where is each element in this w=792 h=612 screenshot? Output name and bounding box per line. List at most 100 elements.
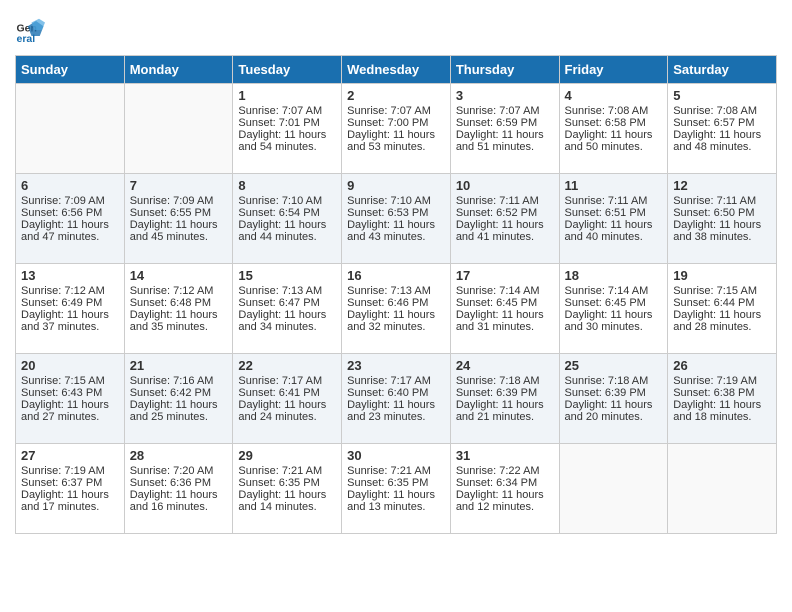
daylight-text: Daylight: 11 hours and 28 minutes.	[673, 309, 771, 333]
sunset-text: Sunset: 6:41 PM	[238, 387, 336, 399]
sunrise-text: Sunrise: 7:15 AM	[21, 375, 119, 387]
sunset-text: Sunset: 6:51 PM	[565, 207, 663, 219]
day-number: 8	[238, 178, 336, 193]
calendar-cell: 25Sunrise: 7:18 AMSunset: 6:39 PMDayligh…	[559, 354, 668, 444]
day-number: 14	[130, 268, 228, 283]
daylight-text: Daylight: 11 hours and 13 minutes.	[347, 489, 445, 513]
daylight-text: Daylight: 11 hours and 54 minutes.	[238, 129, 336, 153]
sunrise-text: Sunrise: 7:21 AM	[238, 465, 336, 477]
daylight-text: Daylight: 11 hours and 20 minutes.	[565, 399, 663, 423]
calendar-cell: 18Sunrise: 7:14 AMSunset: 6:45 PMDayligh…	[559, 264, 668, 354]
calendar-cell: 5Sunrise: 7:08 AMSunset: 6:57 PMDaylight…	[668, 84, 777, 174]
sunrise-text: Sunrise: 7:19 AM	[673, 375, 771, 387]
day-number: 20	[21, 358, 119, 373]
day-number: 10	[456, 178, 554, 193]
sunset-text: Sunset: 6:37 PM	[21, 477, 119, 489]
sunrise-text: Sunrise: 7:07 AM	[456, 105, 554, 117]
sunrise-text: Sunrise: 7:15 AM	[673, 285, 771, 297]
daylight-text: Daylight: 11 hours and 45 minutes.	[130, 219, 228, 243]
sunrise-text: Sunrise: 7:21 AM	[347, 465, 445, 477]
calendar-cell: 28Sunrise: 7:20 AMSunset: 6:36 PMDayligh…	[124, 444, 233, 534]
sunset-text: Sunset: 6:46 PM	[347, 297, 445, 309]
daylight-text: Daylight: 11 hours and 32 minutes.	[347, 309, 445, 333]
calendar-cell: 2Sunrise: 7:07 AMSunset: 7:00 PMDaylight…	[342, 84, 451, 174]
sunrise-text: Sunrise: 7:07 AM	[347, 105, 445, 117]
daylight-text: Daylight: 11 hours and 18 minutes.	[673, 399, 771, 423]
sunrise-text: Sunrise: 7:09 AM	[21, 195, 119, 207]
calendar-cell: 27 Sunrise: 7:19 AMSunset: 6:37 PMDayligh…	[16, 444, 125, 534]
sunrise-text: Sunrise: 7:17 AM	[347, 375, 445, 387]
daylight-text: Daylight: 11 hours and 41 minutes.	[456, 219, 554, 243]
sunset-text: Sunset: 6:57 PM	[673, 117, 771, 129]
calendar-cell: 29Sunrise: 7:21 AMSunset: 6:35 PMDayligh…	[233, 444, 342, 534]
calendar-cell	[124, 84, 233, 174]
day-number: 3	[456, 88, 554, 103]
daylight-text: Daylight: 11 hours and 38 minutes.	[673, 219, 771, 243]
daylight-text: Daylight: 11 hours and 43 minutes.	[347, 219, 445, 243]
daylight-text: Daylight: 11 hours and 35 minutes.	[130, 309, 228, 333]
sunrise-text: Sunrise: 7:10 AM	[347, 195, 445, 207]
sunset-text: Sunset: 6:38 PM	[673, 387, 771, 399]
sunset-text: Sunset: 6:50 PM	[673, 207, 771, 219]
sunset-text: Sunset: 6:52 PM	[456, 207, 554, 219]
day-number: 9	[347, 178, 445, 193]
weekday-header-friday: Friday	[559, 56, 668, 84]
daylight-text: Daylight: 11 hours and 53 minutes.	[347, 129, 445, 153]
sunrise-text: Sunrise: 7:19 AM	[21, 465, 119, 477]
calendar-cell: 4Sunrise: 7:08 AMSunset: 6:58 PMDaylight…	[559, 84, 668, 174]
sunrise-text: Sunrise: 7:08 AM	[673, 105, 771, 117]
day-number: 23	[347, 358, 445, 373]
day-number: 1	[238, 88, 336, 103]
daylight-text: Daylight: 11 hours and 24 minutes.	[238, 399, 336, 423]
daylight-text: Daylight: 11 hours and 50 minutes.	[565, 129, 663, 153]
calendar-cell: 31Sunrise: 7:22 AMSunset: 6:34 PMDayligh…	[450, 444, 559, 534]
calendar-cell: 12 Sunrise: 7:11 AMSunset: 6:50 PMDayligh…	[668, 174, 777, 264]
sunrise-text: Sunrise: 7:13 AM	[347, 285, 445, 297]
sunrise-text: Sunrise: 7:10 AM	[238, 195, 336, 207]
calendar-cell	[559, 444, 668, 534]
day-number: 4	[565, 88, 663, 103]
calendar-cell: 3Sunrise: 7:07 AMSunset: 6:59 PMDaylight…	[450, 84, 559, 174]
sunrise-text: Sunrise: 7:12 AM	[130, 285, 228, 297]
sunset-text: Sunset: 6:35 PM	[347, 477, 445, 489]
calendar-cell: 6Sunrise: 7:09 AMSunset: 6:56 PMDaylight…	[16, 174, 125, 264]
daylight-text: Daylight: 11 hours and 25 minutes.	[130, 399, 228, 423]
sunset-text: Sunset: 6:44 PM	[673, 297, 771, 309]
day-number: 6	[21, 178, 119, 193]
sunrise-text: Sunrise: 7:20 AM	[130, 465, 228, 477]
logo-icon: Gen eral	[15, 15, 45, 45]
daylight-text: Daylight: 11 hours and 17 minutes.	[21, 489, 119, 513]
sunset-text: Sunset: 6:49 PM	[21, 297, 119, 309]
day-number: 31	[456, 448, 554, 463]
sunset-text: Sunset: 6:40 PM	[347, 387, 445, 399]
day-number: 12	[673, 178, 771, 193]
calendar-cell: 17Sunrise: 7:14 AMSunset: 6:45 PMDayligh…	[450, 264, 559, 354]
sunset-text: Sunset: 6:59 PM	[456, 117, 554, 129]
weekday-header-saturday: Saturday	[668, 56, 777, 84]
calendar-cell: 11Sunrise: 7:11 AMSunset: 6:51 PMDayligh…	[559, 174, 668, 264]
day-number: 13	[21, 268, 119, 283]
day-number: 30	[347, 448, 445, 463]
sunrise-text: Sunrise: 7:22 AM	[456, 465, 554, 477]
day-number: 5	[673, 88, 771, 103]
calendar-cell: 10 Sunrise: 7:11 AMSunset: 6:52 PMDayligh…	[450, 174, 559, 264]
sunrise-text: Sunrise: 7:11 AM	[456, 195, 554, 207]
sunset-text: Sunset: 6:48 PM	[130, 297, 228, 309]
daylight-text: Daylight: 11 hours and 47 minutes.	[21, 219, 119, 243]
logo: Gen eral	[15, 15, 49, 45]
calendar-cell: 21Sunrise: 7:16 AMSunset: 6:42 PMDayligh…	[124, 354, 233, 444]
weekday-header-thursday: Thursday	[450, 56, 559, 84]
sunrise-text: Sunrise: 7:14 AM	[565, 285, 663, 297]
page-header: Gen eral	[15, 15, 777, 45]
day-number: 15	[238, 268, 336, 283]
sunset-text: Sunset: 6:39 PM	[565, 387, 663, 399]
sunrise-text: Sunrise: 7:11 AM	[673, 195, 771, 207]
day-number: 16	[347, 268, 445, 283]
day-number: 27	[21, 448, 119, 463]
sunset-text: Sunset: 6:34 PM	[456, 477, 554, 489]
sunset-text: Sunset: 6:36 PM	[130, 477, 228, 489]
calendar-cell: 7Sunrise: 7:09 AMSunset: 6:55 PMDaylight…	[124, 174, 233, 264]
daylight-text: Daylight: 11 hours and 16 minutes.	[130, 489, 228, 513]
sunset-text: Sunset: 6:53 PM	[347, 207, 445, 219]
day-number: 22	[238, 358, 336, 373]
